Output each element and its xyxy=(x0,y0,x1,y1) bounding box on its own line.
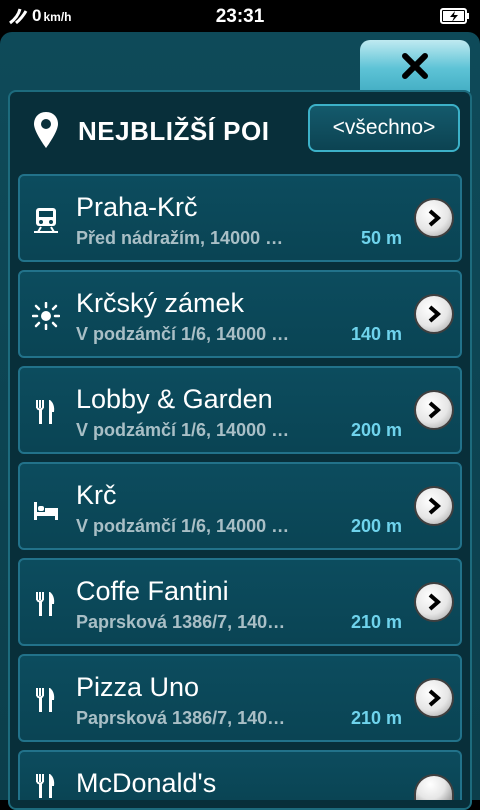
poi-list-item[interactable]: Krč V podzámčí 1/6, 14000 … 200 m xyxy=(18,462,462,550)
close-button[interactable] xyxy=(360,40,470,92)
restaurant-icon xyxy=(36,400,55,424)
poi-list-item[interactable]: Pizza Uno Paprsková 1386/7, 140… 210 m xyxy=(18,654,462,742)
restaurant-icon xyxy=(36,774,55,798)
restaurant-icon xyxy=(36,688,55,712)
chevron-right-icon[interactable] xyxy=(414,774,454,800)
category-filter-button[interactable]: <všechno> xyxy=(308,104,460,152)
poi-distance: 50 m xyxy=(360,228,402,248)
poi-name: Krčský zámek xyxy=(76,288,245,318)
poi-list-item[interactable]: Krčský zámek V podzámčí 1/6, 14000 … 140… xyxy=(18,270,462,358)
poi-distance: 140 m xyxy=(350,324,402,344)
poi-distance: 210 m xyxy=(350,708,402,728)
poi-list-item[interactable]: McDonald's xyxy=(18,750,462,800)
chevron-right-icon[interactable] xyxy=(414,294,454,334)
status-bar: 0 km/h 23:31 xyxy=(0,0,480,32)
poi-list-item[interactable]: Coffe Fantini Paprsková 1386/7, 140… 210… xyxy=(18,558,462,646)
poi-name: Lobby & Garden xyxy=(76,384,273,414)
battery-charging-icon xyxy=(440,8,469,24)
chevron-right-icon[interactable] xyxy=(414,582,454,622)
poi-distance: 200 m xyxy=(350,516,402,536)
poi-distance: 210 m xyxy=(350,612,402,632)
chevron-right-icon[interactable] xyxy=(414,678,454,718)
hotel-bed-icon xyxy=(34,502,58,520)
sightseeing-icon xyxy=(32,302,60,330)
train-icon xyxy=(34,208,58,233)
clock: 23:31 xyxy=(215,6,265,27)
page-title: NEJBLIŽŠÍ POI xyxy=(78,116,270,146)
poi-list-item[interactable]: Lobby & Garden V podzámčí 1/6, 14000 … 2… xyxy=(18,366,462,454)
poi-name: Praha-Krč xyxy=(76,192,198,222)
chevron-right-icon[interactable] xyxy=(414,390,454,430)
poi-address: Paprsková 1386/7, 140… xyxy=(76,708,286,728)
poi-address: V podzámčí 1/6, 14000 … xyxy=(76,420,290,440)
chevron-right-icon[interactable] xyxy=(414,486,454,526)
poi-name: Coffe Fantini xyxy=(76,576,229,606)
poi-name: Pizza Uno xyxy=(76,672,200,702)
poi-address: Paprsková 1386/7, 140… xyxy=(76,612,286,632)
poi-list-item[interactable]: Praha-Krč Před nádražím, 14000 … 50 m xyxy=(18,174,462,262)
chevron-right-icon[interactable] xyxy=(414,198,454,238)
poi-address: Před nádražím, 14000 … xyxy=(76,228,284,248)
restaurant-icon xyxy=(36,592,55,616)
poi-address: V podzámčí 1/6, 14000 … xyxy=(76,516,290,536)
poi-distance: 200 m xyxy=(350,420,402,440)
close-icon xyxy=(402,53,428,79)
poi-name: McDonald's xyxy=(76,768,217,798)
poi-address: V podzámčí 1/6, 14000 … xyxy=(76,324,290,344)
poi-name: Krč xyxy=(76,480,117,510)
location-pin-icon xyxy=(34,112,58,148)
